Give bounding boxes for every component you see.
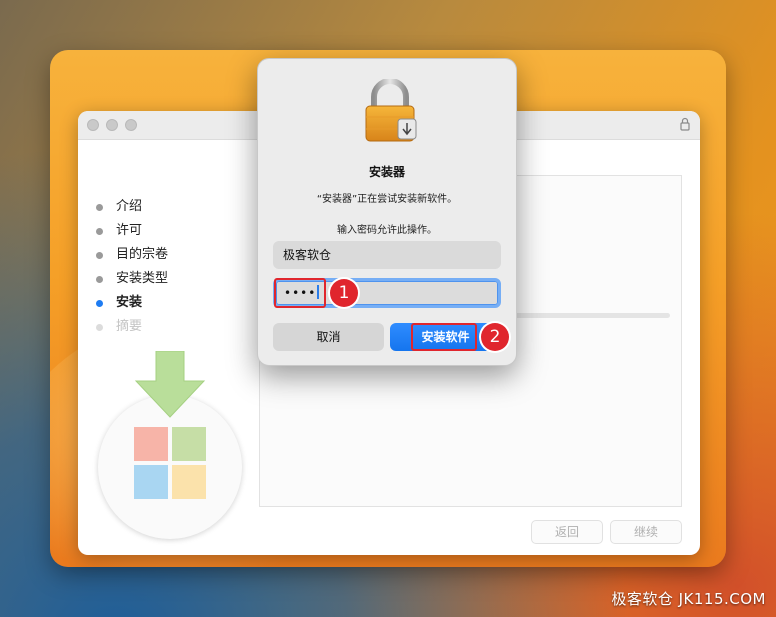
dialog-message: “安装器”正在尝试安装新软件。 xyxy=(316,194,458,205)
package-tile-blue xyxy=(134,465,168,499)
install-highlight-box xyxy=(411,323,477,351)
continue-button[interactable]: 继续 xyxy=(610,520,682,544)
download-arrow-icon xyxy=(134,351,206,418)
dialog-prompt: 输入密码允许此操作。 xyxy=(337,225,437,236)
step-summary: 摘要 xyxy=(96,315,168,339)
step-destination: 目的宗卷 xyxy=(96,243,168,267)
step-license: 许可 xyxy=(96,219,168,243)
watermark: 极客软仓 JK115.COM xyxy=(611,590,766,608)
installer-steps: 介绍 许可 目的宗卷 安装类型 安装 摘要 xyxy=(96,195,168,339)
package-tile-yellow xyxy=(172,465,206,499)
package-tile-red xyxy=(134,427,168,461)
cancel-button[interactable]: 取消 xyxy=(273,323,384,351)
authentication-dialog: 安装器 “安装器”正在尝试安装新软件。 输入密码允许此操作。 极客软仓 ••••… xyxy=(257,58,517,366)
step-badge-2: 2 xyxy=(481,323,509,351)
step-label: 目的宗卷 xyxy=(116,247,169,262)
step-dot-icon xyxy=(96,300,103,307)
step-introduction: 介绍 xyxy=(96,195,168,219)
step-badge-1: 1 xyxy=(330,279,358,307)
step-label: 安装类型 xyxy=(116,271,169,286)
step-dot-icon xyxy=(96,276,103,283)
step-label: 许可 xyxy=(116,223,143,238)
close-window-button[interactable] xyxy=(87,119,99,131)
step-dot-icon xyxy=(96,204,103,211)
padlock-icon xyxy=(365,79,417,142)
step-dot-icon xyxy=(96,252,103,259)
username-field[interactable]: 极客软仓 xyxy=(273,241,501,269)
dialog-title: 安装器 xyxy=(368,165,405,179)
step-dot-icon xyxy=(96,228,103,235)
minimize-window-button[interactable] xyxy=(106,119,118,131)
lock-icon xyxy=(680,117,690,131)
password-highlight-box xyxy=(274,278,326,308)
step-label: 摘要 xyxy=(116,319,143,334)
back-button[interactable]: 返回 xyxy=(531,520,603,544)
zoom-window-button[interactable] xyxy=(125,119,137,131)
step-installation: 安装 xyxy=(96,291,168,315)
step-dot-icon xyxy=(96,324,103,331)
package-tile-green xyxy=(172,427,206,461)
step-label: 安装 xyxy=(116,295,143,310)
step-install-type: 安装类型 xyxy=(96,267,168,291)
step-label: 介绍 xyxy=(116,199,143,214)
